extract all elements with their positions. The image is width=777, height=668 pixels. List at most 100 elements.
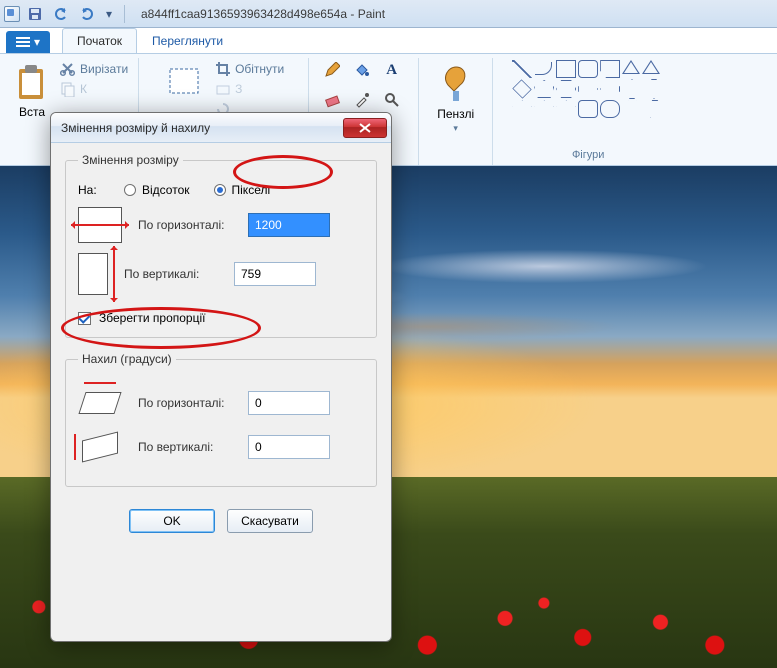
qat-redo-button[interactable] [76,4,98,24]
shape-polygon[interactable] [600,60,620,78]
shape-triangle[interactable] [622,60,640,74]
undo-icon [54,7,68,21]
paste-button[interactable]: Вста [12,60,52,122]
skew-horiz-label: По горизонталі: [138,396,248,411]
skew-vertical-icon [78,430,122,464]
shape-heart[interactable] [622,100,642,118]
app-icon [4,6,20,22]
skew-legend: Нахил (градуси) [78,352,176,366]
tab-view[interactable]: Переглянути [137,28,238,53]
tab-home[interactable]: Початок [62,28,137,53]
select-icon [164,63,204,103]
picker-tool[interactable] [351,90,373,110]
radio-percent[interactable]: Відсоток [124,183,190,197]
pencil-tool[interactable] [321,60,343,80]
keep-aspect-checkbox[interactable]: Зберегти пропорції [78,311,205,325]
resize-icon [215,81,231,97]
skew-horizontal-icon [78,386,122,420]
window-title: a844ff1caa9136593963428d498e654a - Paint [141,7,385,21]
crop-icon [215,61,231,77]
resize-group: Змінення розміру На: Відсоток Пікселі По… [65,153,377,338]
checkbox-icon [78,312,91,325]
fill-tool[interactable] [351,60,373,80]
file-menu-button[interactable]: ▾ [6,31,50,53]
dialog-titlebar[interactable]: Змінення розміру й нахилу [51,113,391,143]
radio-icon [214,184,226,196]
chevron-down-icon: ▾ [453,123,458,134]
paste-icon [15,63,49,103]
resize-button[interactable]: З [213,80,286,98]
skew-horiz-input[interactable] [248,391,330,415]
shape-callout-round[interactable] [578,100,598,118]
resize-horiz-input[interactable] [248,213,330,237]
cut-button[interactable]: Вирізати [58,60,130,78]
ribbon-group-brushes: Пензлі ▾ [419,58,493,165]
shape-line[interactable] [512,60,532,78]
shape-arrow-right[interactable] [578,80,598,98]
shape-star6[interactable] [556,100,576,118]
group-label-shapes: Фігури [572,149,604,163]
magnifier-tool[interactable] [381,90,403,110]
copy-icon [60,81,76,97]
cut-label: Вирізати [80,62,128,76]
file-menu-icon [16,36,30,48]
separator [124,5,125,23]
shape-diamond[interactable] [512,79,531,98]
crop-label: Обітнути [235,62,284,76]
select-button[interactable] [161,60,207,106]
ok-button[interactable]: OK [129,509,215,533]
shape-star4[interactable] [512,100,532,118]
shape-right-triangle[interactable] [642,60,660,74]
eraser-icon [324,92,340,108]
chevron-down-icon: ▾ [34,35,40,49]
shape-pentagon[interactable] [534,80,554,98]
radio-pixels[interactable]: Пікселі [214,183,271,197]
eraser-tool[interactable] [321,90,343,110]
qat-customize-button[interactable]: ▾ [102,4,116,24]
shape-arrow-left[interactable] [600,80,620,98]
shape-round-rect[interactable] [578,60,598,78]
shape-rect[interactable] [556,60,576,78]
text-icon: A [386,62,397,79]
brush-icon [436,63,476,105]
skew-group: Нахил (градуси) По горизонталі: По верти… [65,352,377,487]
fill-icon [354,62,370,78]
app-name: Paint [358,7,385,21]
skew-vert-input[interactable] [248,435,330,459]
cancel-button[interactable]: Скасувати [227,509,313,533]
shape-callout-cloud[interactable] [600,100,620,118]
shape-lightning[interactable] [644,100,664,118]
copy-button[interactable]: К [58,80,130,98]
redo-icon [80,7,94,21]
shapes-gallery[interactable] [512,60,664,118]
vertical-icon [78,253,108,295]
dialog-close-button[interactable] [343,118,387,138]
copy-label: К [80,82,87,96]
resize-vert-input[interactable] [234,262,316,286]
paste-label: Вста [19,105,45,119]
dialog-title: Змінення розміру й нахилу [61,121,210,135]
shape-hexagon[interactable] [556,80,576,98]
radio-pixels-label: Пікселі [232,183,271,197]
crop-button[interactable]: Обітнути [213,60,286,78]
shape-arrow-down[interactable] [645,79,663,99]
ribbon-tabs: ▾ Початок Переглянути [0,28,777,54]
keep-aspect-label: Зберегти пропорції [99,311,205,325]
skew-vert-label: По вертикалі: [138,440,248,455]
qat-undo-button[interactable] [50,4,72,24]
picker-icon [354,92,370,108]
cut-icon [60,61,76,77]
shape-star5[interactable] [534,100,554,118]
radio-icon [124,184,136,196]
resize-label: З [235,82,242,96]
shape-curve[interactable] [534,60,554,78]
text-tool[interactable]: A [381,60,403,80]
resize-vert-label: По вертикалі: [124,267,234,282]
ribbon-group-shapes: Фігури [493,58,683,165]
qat-save-button[interactable] [24,4,46,24]
magnifier-icon [384,92,400,108]
brushes-label: Пензлі [437,107,474,121]
brushes-button[interactable]: Пензлі ▾ [433,60,479,137]
shape-arrow-up[interactable] [623,79,641,99]
resize-horiz-label: По горизонталі: [138,218,248,233]
